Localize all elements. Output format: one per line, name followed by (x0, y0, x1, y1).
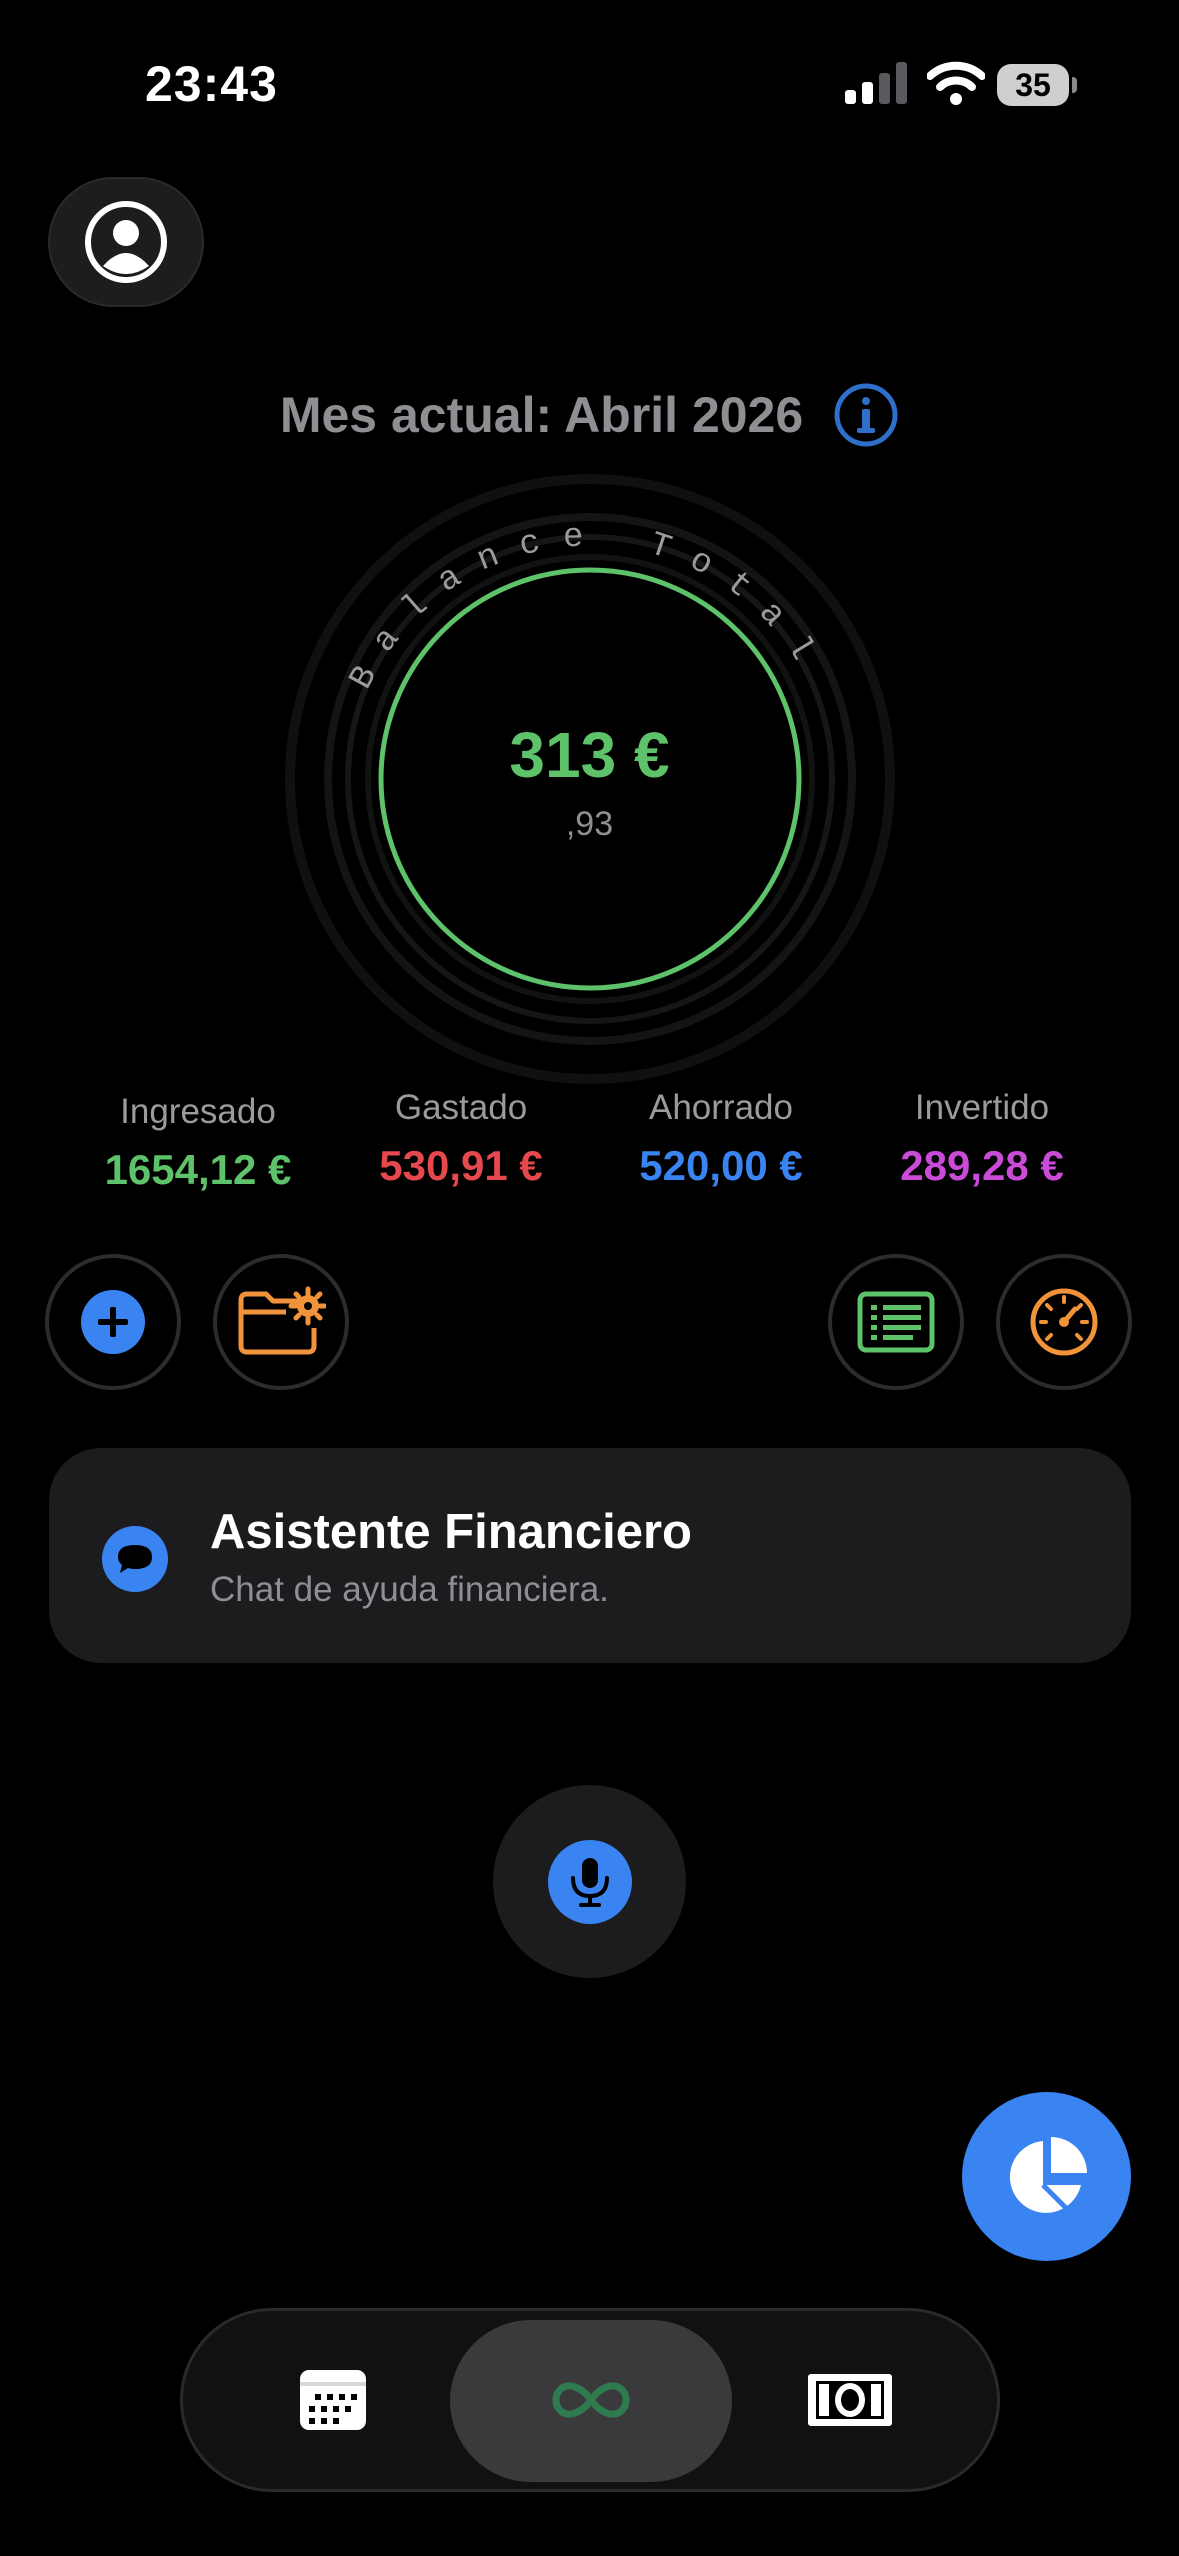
stat-value: 289,28 € (900, 1142, 1064, 1189)
transactions-list-button[interactable] (828, 1254, 964, 1390)
balance-cents: ,93 (565, 805, 614, 843)
stat-spent: Gastado 530,91 € (341, 1088, 581, 1190)
battery-indicator: 35 (997, 64, 1077, 106)
stat-value: 1654,12 € (104, 1146, 292, 1193)
statistics-button[interactable] (962, 2092, 1131, 2261)
microphone-icon (570, 1857, 609, 1907)
tab-money[interactable] (780, 2340, 920, 2460)
tab-calendar[interactable] (263, 2340, 403, 2460)
status-time: 23:43 (145, 56, 278, 112)
folder-gear-icon (238, 1286, 326, 1355)
assistant-subtitle: Chat de ayuda financiera. (210, 1570, 609, 1609)
profile-button[interactable] (48, 177, 204, 307)
stat-income: Ingresado 1654,12 € (78, 1092, 318, 1194)
assistant-title: Asistente Financiero (210, 1505, 692, 1559)
stat-label: Ingresado (120, 1092, 276, 1131)
stat-value: 530,91 € (379, 1142, 543, 1189)
stat-value: 520,00 € (639, 1142, 803, 1189)
add-transaction-button[interactable] (45, 1254, 181, 1390)
info-icon[interactable] (833, 382, 899, 448)
balance-ring-label: Balance Total (343, 518, 832, 696)
balance-amount: 313 € (509, 719, 670, 791)
tab-home[interactable] (521, 2340, 661, 2460)
stat-label: Invertido (914, 1088, 1050, 1127)
stat-invested: Invertido 289,28 € (862, 1088, 1102, 1190)
month-header: Mes actual: Abril 2026 (0, 380, 1179, 450)
person-circle-icon (85, 201, 167, 283)
wifi-icon (927, 61, 985, 105)
voice-input-button[interactable] (493, 1785, 686, 1978)
pie-chart-icon (1009, 2136, 1087, 2213)
plus-icon (81, 1290, 145, 1354)
infinity-icon (552, 2382, 630, 2418)
stat-label: Ahorrado (649, 1088, 793, 1127)
current-month-label: Mes actual: Abril 2026 (279, 387, 804, 443)
list-icon (857, 1291, 935, 1353)
banknote-icon (808, 2374, 892, 2426)
stat-label: Gastado (394, 1088, 528, 1127)
calendar-icon (300, 2370, 366, 2430)
budget-gauge-button[interactable] (996, 1254, 1132, 1390)
cellular-signal-icon (845, 62, 907, 104)
chat-bubble-icon (102, 1526, 168, 1592)
stat-saved: Ahorrado 520,00 € (601, 1088, 841, 1190)
category-settings-button[interactable] (213, 1254, 349, 1390)
speedometer-icon (1030, 1288, 1098, 1356)
